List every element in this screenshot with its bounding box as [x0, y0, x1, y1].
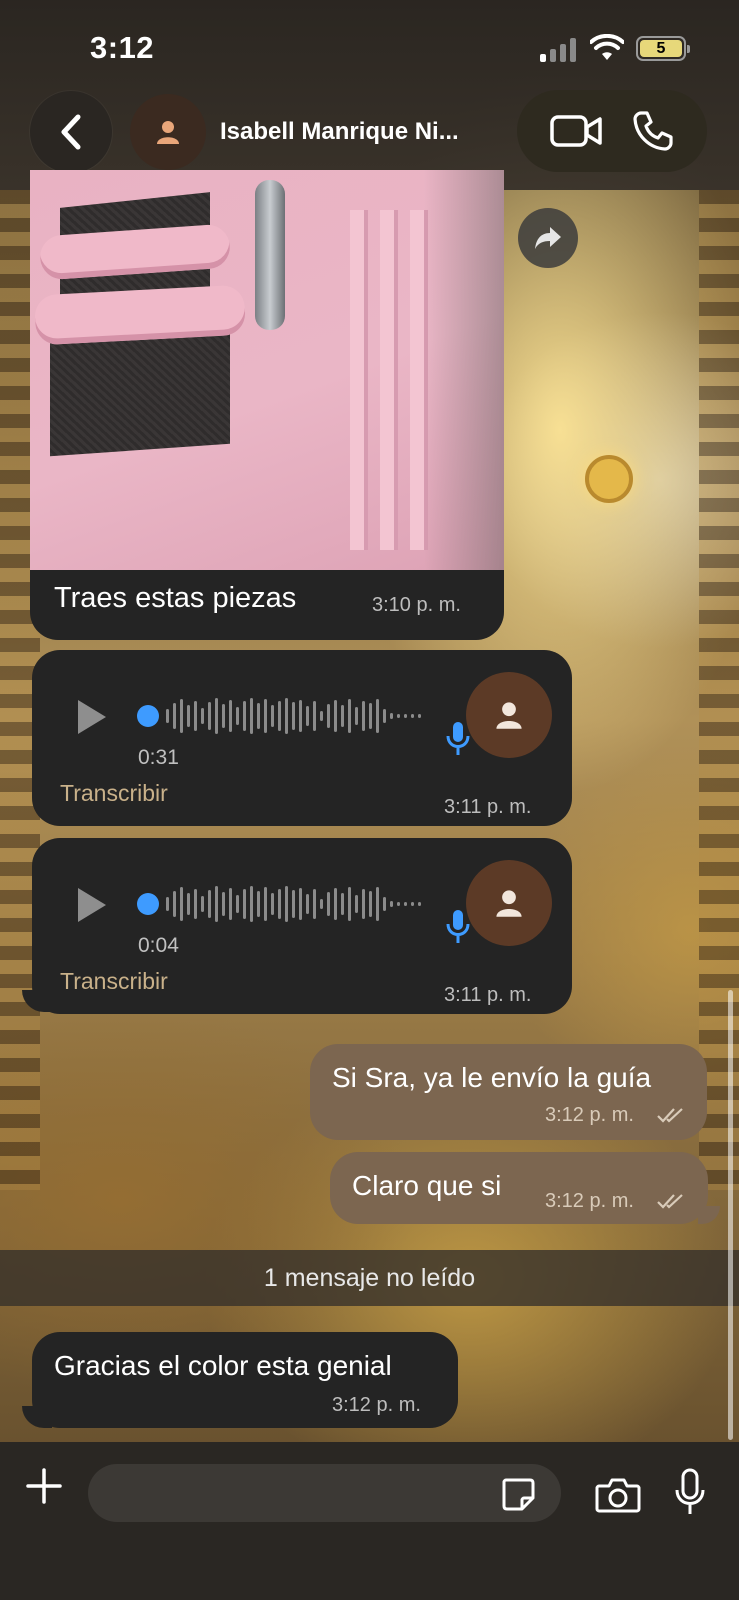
scrollbar[interactable]	[728, 990, 733, 1440]
message-composer	[0, 1442, 739, 1600]
playback-position-dot[interactable]	[137, 705, 159, 727]
call-actions	[517, 90, 707, 172]
double-check-icon	[657, 1108, 683, 1123]
back-button[interactable]	[30, 91, 112, 173]
plus-icon[interactable]	[22, 1464, 66, 1508]
image-caption: Traes estas piezas	[54, 582, 297, 614]
coin-decoration	[585, 455, 633, 503]
audio-waveform[interactable]	[137, 884, 437, 924]
play-icon[interactable]	[78, 888, 106, 922]
voice-message: 0:04 Transcribir 3:11 p. m.	[32, 838, 572, 1014]
status-time: 3:12	[90, 30, 155, 65]
voice-duration: 0:04	[138, 934, 179, 957]
message-text: Si Sra, ya le envío la guía	[332, 1062, 652, 1093]
message-time: 3:12 p. m.	[332, 1394, 421, 1416]
camera-icon[interactable]	[595, 1476, 641, 1514]
forward-arrow-icon	[535, 227, 561, 249]
play-icon[interactable]	[78, 700, 106, 734]
outgoing-message[interactable]: Claro que si 3:12 p. m.	[330, 1152, 708, 1224]
contact-name: Isabell Manrique Ni...	[220, 118, 459, 145]
wifi-icon	[590, 34, 624, 60]
message-time: 3:12 p. m.	[545, 1104, 634, 1126]
incoming-message[interactable]: Gracias el color esta genial 3:12 p. m.	[32, 1332, 458, 1428]
message-time: 3:12 p. m.	[545, 1190, 634, 1212]
cellular-signal-icon	[540, 38, 578, 62]
message-text: Gracias el color esta genial	[54, 1350, 392, 1381]
person-icon	[496, 890, 522, 917]
message-input[interactable]	[88, 1464, 561, 1522]
avatar	[466, 860, 552, 946]
transcribe-button[interactable]: Transcribir	[60, 968, 168, 995]
unread-divider: 1 mensaje no leído	[0, 1250, 739, 1306]
video-camera-icon[interactable]	[550, 113, 602, 149]
message-time: 3:11 p. m.	[444, 984, 532, 1006]
phone-icon[interactable]	[632, 110, 674, 152]
sticker-icon[interactable]	[500, 1476, 536, 1512]
microphone-icon[interactable]	[674, 1468, 706, 1516]
avatar	[466, 672, 552, 758]
chevron-left-icon	[61, 114, 81, 150]
avatar[interactable]	[130, 94, 206, 170]
message-time: 3:10 p. m.	[372, 594, 461, 616]
voice-message: 0:31 Transcribir 3:11 p. m.	[32, 650, 572, 826]
microphone-icon	[446, 910, 470, 943]
audio-waveform[interactable]	[137, 696, 437, 736]
voice-duration: 0:31	[138, 746, 179, 769]
message-text: Claro que si	[352, 1170, 502, 1201]
transcribe-button[interactable]: Transcribir	[60, 780, 168, 807]
battery-icon: 5	[636, 36, 690, 61]
double-check-icon	[657, 1194, 683, 1209]
message-time: 3:11 p. m.	[444, 796, 532, 818]
person-icon	[157, 121, 179, 144]
message-photo[interactable]	[30, 170, 504, 570]
person-icon	[496, 702, 522, 729]
image-message[interactable]: Traes estas piezas 3:10 p. m.	[30, 170, 504, 640]
battery-level: 5	[640, 40, 682, 57]
contact-info[interactable]: Isabell Manrique Ni...	[130, 91, 510, 173]
chat-header: 3:12 5 Isabell Manrique Ni...	[0, 0, 739, 190]
playback-position-dot[interactable]	[137, 893, 159, 915]
forward-button[interactable]	[518, 208, 578, 268]
outgoing-message[interactable]: Si Sra, ya le envío la guía 3:12 p. m.	[310, 1044, 707, 1140]
microphone-icon	[446, 722, 470, 755]
